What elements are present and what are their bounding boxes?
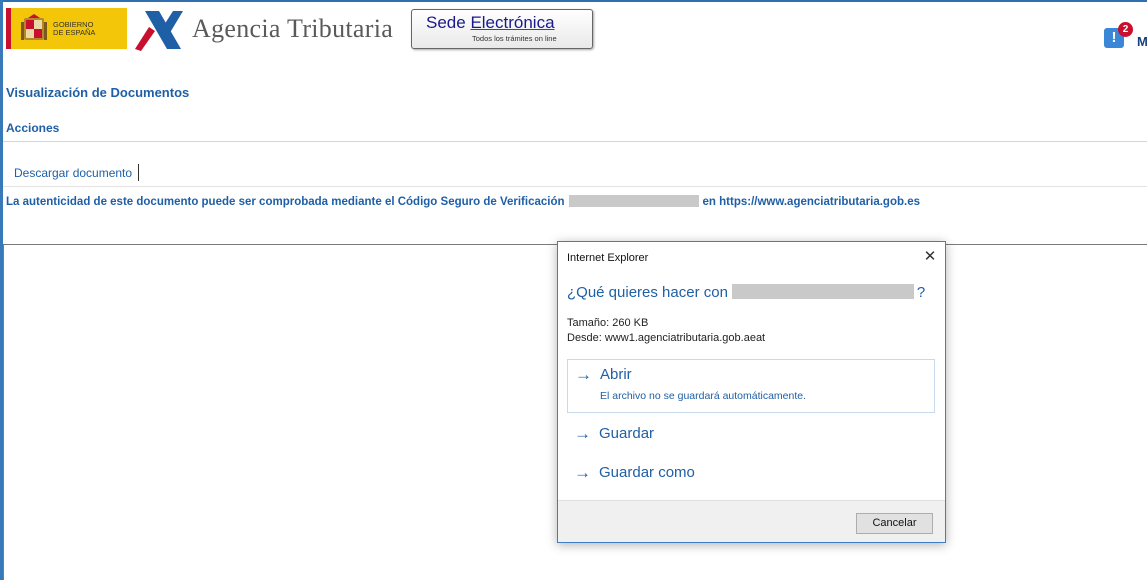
question-suffix: ?: [916, 284, 926, 301]
arrow-right-icon: →: [574, 424, 591, 443]
arrow-right-icon: →: [575, 365, 592, 384]
save-as-option-button[interactable]: → Guardar como: [567, 458, 935, 490]
save-option-button[interactable]: → Guardar: [567, 419, 935, 451]
download-dialog: Internet Explorer ✕ ¿Qué quieres hacer c…: [557, 241, 946, 543]
file-source: Desde: www1.agenciatributaria.gob.aeat: [567, 332, 766, 344]
agency-name[interactable]: Agencia Tributaria: [192, 14, 393, 44]
save-as-label: Guardar como: [599, 464, 695, 481]
aeat-logo-icon[interactable]: [129, 5, 183, 52]
notifications-button[interactable]: ! 2: [1104, 22, 1133, 50]
dialog-question: ¿Qué quieres hacer con?: [567, 284, 925, 301]
notification-count-badge: 2: [1118, 22, 1133, 37]
gobierno-text: GOBIERNO DE ESPAÑA: [53, 21, 95, 37]
open-option-button[interactable]: → Abrir El archivo no se guardará automá…: [567, 359, 935, 413]
sede-title: Sede Electrónica: [426, 13, 555, 33]
cancel-button[interactable]: Cancelar: [856, 513, 933, 534]
download-document-link[interactable]: Descargar documento: [14, 166, 132, 180]
arrow-right-icon: →: [574, 463, 591, 482]
csv-verification-text: La autenticidad de este documento puede …: [6, 195, 920, 208]
divider: [3, 186, 1147, 187]
question-prefix: ¿Qué quieres hacer con: [567, 284, 728, 301]
sede-subtitle: Todos los trámites on line: [472, 34, 557, 43]
notification-label[interactable]: M: [1137, 34, 1147, 49]
open-subtext: El archivo no se guardará automáticament…: [600, 390, 807, 402]
close-icon[interactable]: ✕: [920, 247, 940, 267]
sede-title-part2: Electrónica: [470, 13, 555, 32]
sede-title-part1: Sede: [426, 13, 471, 32]
actions-label: Acciones: [6, 121, 60, 135]
sede-electronica-logo[interactable]: Sede Electrónica Todos los trámites on l…: [411, 9, 593, 49]
link-separator: [138, 164, 139, 181]
gobierno-logo[interactable]: GOBIERNO DE ESPAÑA: [6, 8, 127, 49]
csv-suffix: en https://www.agenciatributaria.gob.es: [702, 196, 920, 208]
open-label: Abrir: [600, 366, 632, 383]
header: GOBIERNO DE ESPAÑA Agencia Tributaria Se…: [6, 5, 1147, 53]
filename-redacted: [731, 284, 914, 299]
csv-code-redacted: [568, 195, 699, 207]
gobierno-line2: DE ESPAÑA: [53, 28, 96, 37]
coat-of-arms-icon: [21, 14, 47, 40]
dialog-title: Internet Explorer: [567, 252, 649, 264]
dialog-footer: Cancelar: [558, 500, 945, 542]
divider: [3, 141, 1147, 142]
file-size: Tamaño: 260 KB: [567, 317, 649, 329]
top-border: [0, 0, 1147, 2]
save-label: Guardar: [599, 425, 655, 442]
gobierno-red-stripe: [6, 8, 11, 49]
csv-prefix: La autenticidad de este documento puede …: [6, 196, 565, 208]
page-title: Visualización de Documentos: [6, 85, 190, 100]
